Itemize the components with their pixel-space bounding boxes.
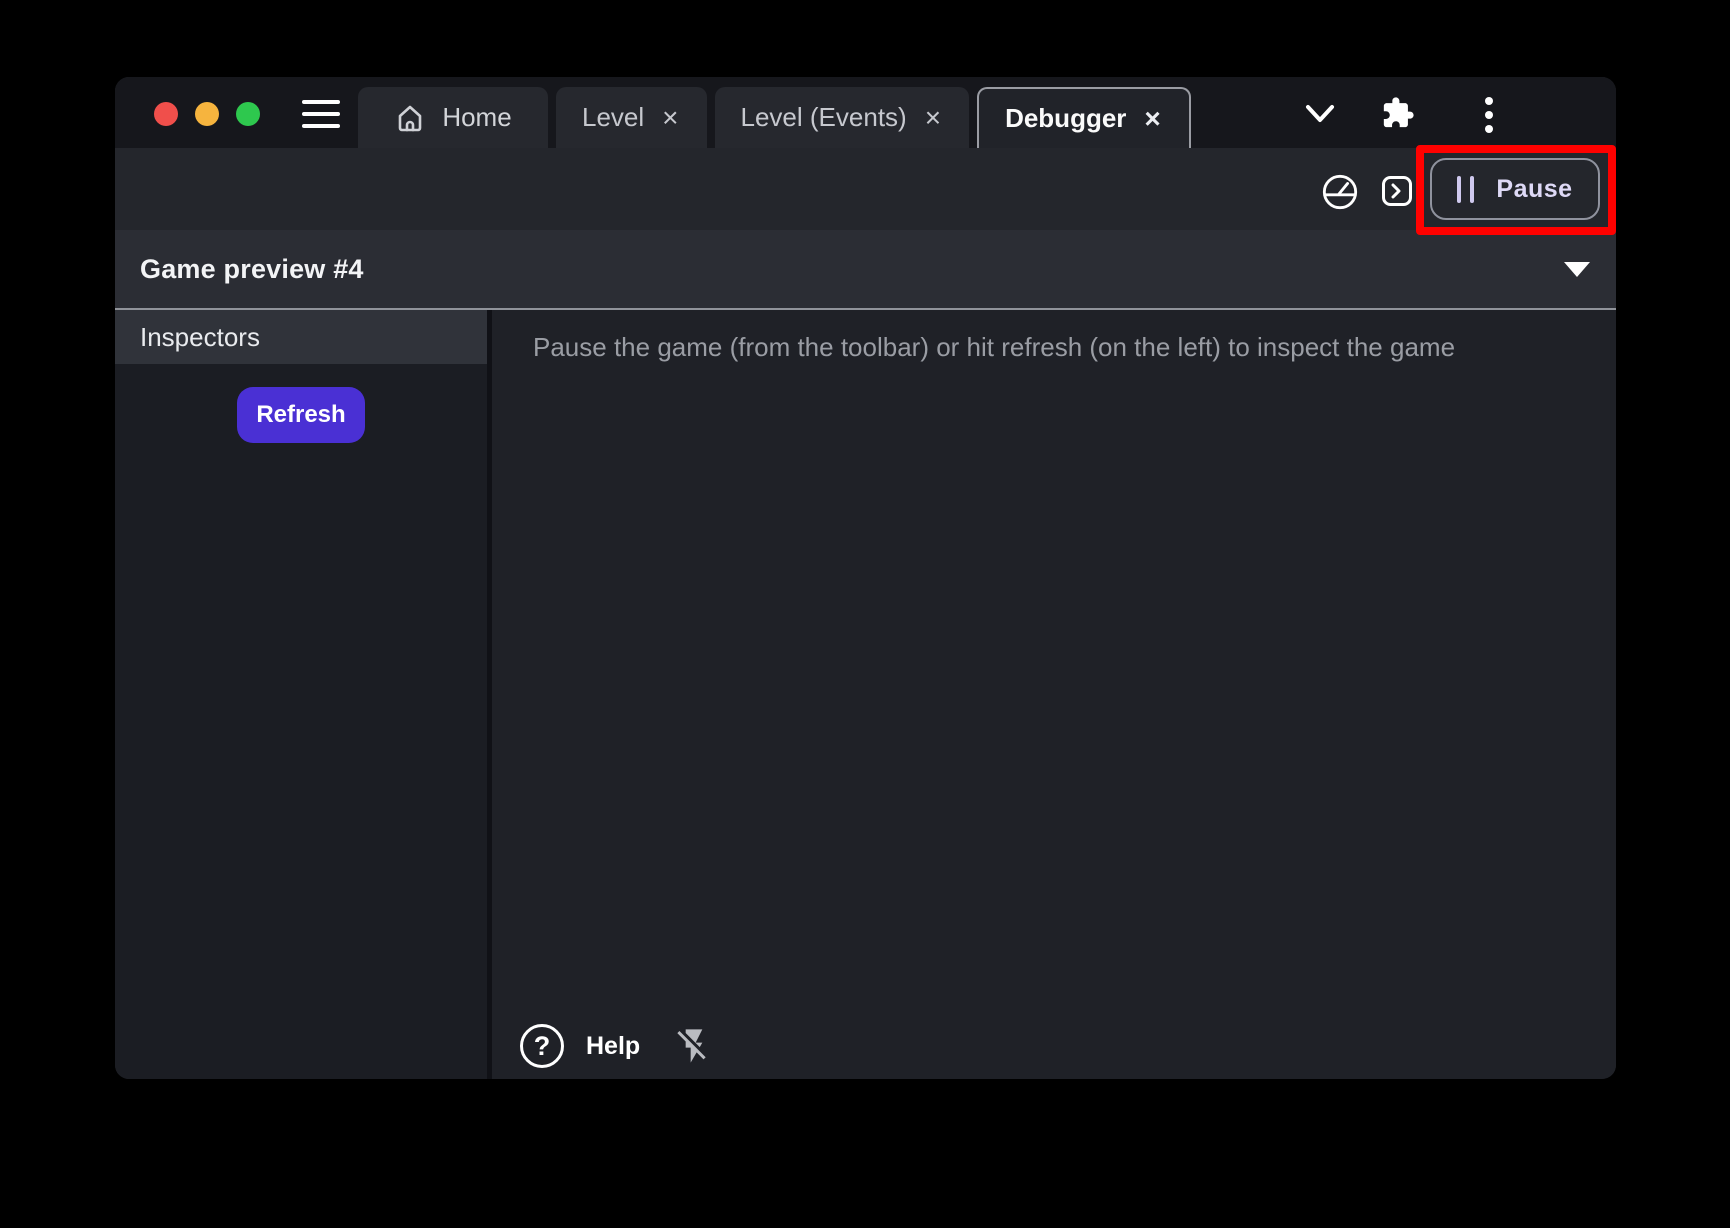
- tab-label: Level: [582, 102, 644, 133]
- pause-button-label: Pause: [1496, 175, 1572, 204]
- inspectors-sidebar: Inspectors Refresh: [115, 310, 487, 1079]
- main-menu-icon[interactable]: [302, 100, 340, 128]
- debugger-window: Home Level × Level (Events) × Debugger ×: [115, 77, 1616, 1079]
- home-icon: [394, 102, 426, 134]
- more-vertical-icon[interactable]: [1482, 95, 1496, 135]
- help-label[interactable]: Help: [586, 1032, 640, 1061]
- zoom-window-button[interactable]: [236, 102, 260, 126]
- tab-debugger[interactable]: Debugger ×: [977, 87, 1191, 148]
- game-preview-header[interactable]: Game preview #4: [115, 230, 1616, 310]
- tab-level-events[interactable]: Level (Events) ×: [715, 87, 970, 148]
- inspectors-title: Inspectors: [140, 322, 260, 353]
- tab-label: Debugger: [1005, 103, 1126, 134]
- tab-home[interactable]: Home: [358, 87, 548, 148]
- panel-footer: ? Help: [520, 1023, 714, 1069]
- inspectors-header: Inspectors: [115, 310, 487, 364]
- flash-off-icon[interactable]: [674, 1023, 714, 1069]
- caret-down-icon[interactable]: [1564, 262, 1590, 277]
- pause-icon: [1457, 176, 1474, 203]
- profiler-gauge-icon[interactable]: [1321, 173, 1359, 211]
- extensions-puzzle-icon[interactable]: [1380, 95, 1416, 131]
- refresh-button[interactable]: Refresh: [237, 387, 365, 443]
- game-preview-title: Game preview #4: [140, 254, 364, 285]
- tab-bar: Home Level × Level (Events) × Debugger ×: [115, 77, 1616, 148]
- close-tab-icon[interactable]: ×: [923, 104, 943, 132]
- chevron-down-icon[interactable]: [1300, 99, 1340, 129]
- inspector-panel: Pause the game (from the toolbar) or hit…: [492, 310, 1616, 1079]
- tab-label: Home: [442, 102, 511, 133]
- desktop-background: Home Level × Level (Events) × Debugger ×: [0, 0, 1730, 1228]
- close-tab-icon[interactable]: ×: [1142, 105, 1162, 133]
- minimize-window-button[interactable]: [195, 102, 219, 126]
- console-icon[interactable]: [1381, 175, 1413, 207]
- close-window-button[interactable]: [154, 102, 178, 126]
- pause-button[interactable]: Pause: [1430, 158, 1600, 220]
- debugger-content: Inspectors Refresh Pause the game (from …: [115, 310, 1616, 1079]
- help-icon[interactable]: ?: [520, 1024, 564, 1068]
- tab-label: Level (Events): [741, 102, 907, 133]
- close-tab-icon[interactable]: ×: [660, 104, 680, 132]
- debugger-toolbar: Pause: [115, 148, 1616, 230]
- tab-level[interactable]: Level ×: [556, 87, 707, 148]
- tab-strip: Home Level × Level (Events) × Debugger ×: [358, 87, 1191, 148]
- window-controls: [154, 102, 260, 126]
- inspector-hint-message: Pause the game (from the toolbar) or hit…: [533, 332, 1616, 363]
